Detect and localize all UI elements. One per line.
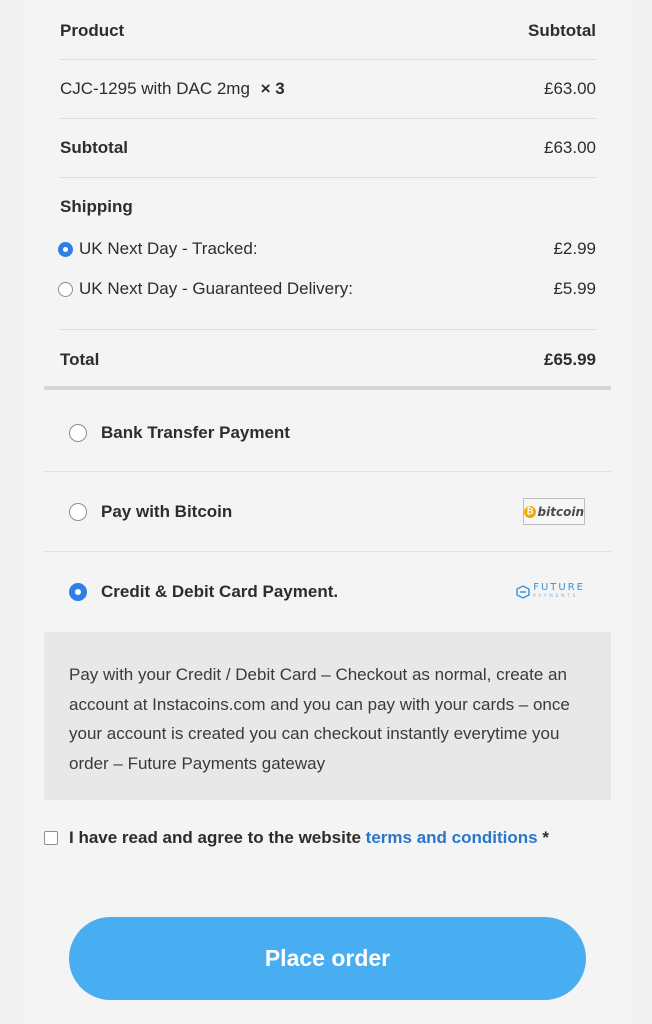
place-order-button[interactable]: Place order <box>69 917 586 1000</box>
divider <box>60 118 596 119</box>
terms-text: I have read and agree to the website <box>69 828 361 847</box>
bitcoin-icon: ₿ <box>524 505 536 518</box>
payment-description: Pay with your Credit / Debit Card – Chec… <box>44 632 611 800</box>
shipping-option-label-group: UK Next Day - Guaranteed Delivery: <box>58 279 353 299</box>
payment-method-label: Credit & Debit Card Payment. <box>101 581 339 601</box>
bitcoin-logo-text: bitcoin <box>537 504 584 519</box>
terms-checkbox[interactable] <box>44 831 58 845</box>
divider <box>60 329 596 330</box>
terms-link[interactable]: terms and conditions <box>366 828 538 847</box>
payment-method-bitcoin[interactable]: Pay with Bitcoin ₿ bitcoin <box>44 472 611 551</box>
bitcoin-logo: ₿ bitcoin <box>523 498 585 525</box>
shipping-option-label: UK Next Day - Tracked: <box>79 239 258 258</box>
terms-row: I have read and agree to the website ter… <box>44 826 584 849</box>
table-bottom-border <box>44 386 611 390</box>
payment-method-label: Bank Transfer Payment <box>101 422 290 442</box>
payment-radio-selected[interactable] <box>69 582 87 601</box>
payment-radio[interactable] <box>69 423 87 442</box>
subtotal-label: Subtotal <box>60 138 128 157</box>
shipping-radio-selected[interactable] <box>58 241 73 257</box>
order-item-row: CJC-1295 with DAC 2mg × 3 £63.00 <box>60 77 596 101</box>
future-payments-text: FUTURE <box>533 581 585 593</box>
payment-method-card[interactable]: Credit & Debit Card Payment. FUTURE PAYM… <box>44 552 611 631</box>
table-header: Product Subtotal <box>60 19 596 43</box>
item-name-group: CJC-1295 with DAC 2mg × 3 <box>60 79 285 99</box>
future-payments-logo: FUTURE PAYMENTS <box>516 581 585 600</box>
required-asterisk: * <box>542 828 549 847</box>
divider <box>60 59 596 60</box>
header-product: Product <box>60 21 125 40</box>
terms-text-group: I have read and agree to the website ter… <box>69 826 584 849</box>
future-payments-subtext: PAYMENTS <box>533 592 579 598</box>
shipping-label: Shipping <box>60 197 133 216</box>
payment-radio[interactable] <box>69 502 87 521</box>
shipping-option-price: £5.99 <box>553 279 596 298</box>
subtotal-row: Subtotal £63.00 <box>60 136 596 160</box>
total-value: £65.99 <box>544 350 596 369</box>
shipping-option-tracked[interactable]: UK Next Day - Tracked: £2.99 <box>58 237 596 261</box>
shipping-radio[interactable] <box>58 281 73 297</box>
future-payments-text-group: FUTURE PAYMENTS <box>533 581 585 600</box>
subtotal-value: £63.00 <box>544 138 596 157</box>
total-label: Total <box>60 350 100 369</box>
shipping-option-price: £2.99 <box>553 239 596 258</box>
item-name: CJC-1295 with DAC 2mg <box>60 79 250 98</box>
shipping-heading: Shipping <box>60 195 596 219</box>
divider <box>60 177 596 178</box>
item-price: £63.00 <box>544 79 596 98</box>
payment-method-label: Pay with Bitcoin <box>101 501 233 521</box>
shipping-option-guaranteed[interactable]: UK Next Day - Guaranteed Delivery: £5.99 <box>58 277 596 301</box>
shipping-option-label: UK Next Day - Guaranteed Delivery: <box>79 279 353 298</box>
item-quantity: × 3 <box>260 79 285 98</box>
shipping-option-label-group: UK Next Day - Tracked: <box>58 239 258 259</box>
total-row: Total £65.99 <box>60 348 596 372</box>
future-payments-icon <box>516 584 530 599</box>
payment-method-bank-transfer[interactable]: Bank Transfer Payment <box>44 393 611 472</box>
header-subtotal: Subtotal <box>528 21 596 40</box>
